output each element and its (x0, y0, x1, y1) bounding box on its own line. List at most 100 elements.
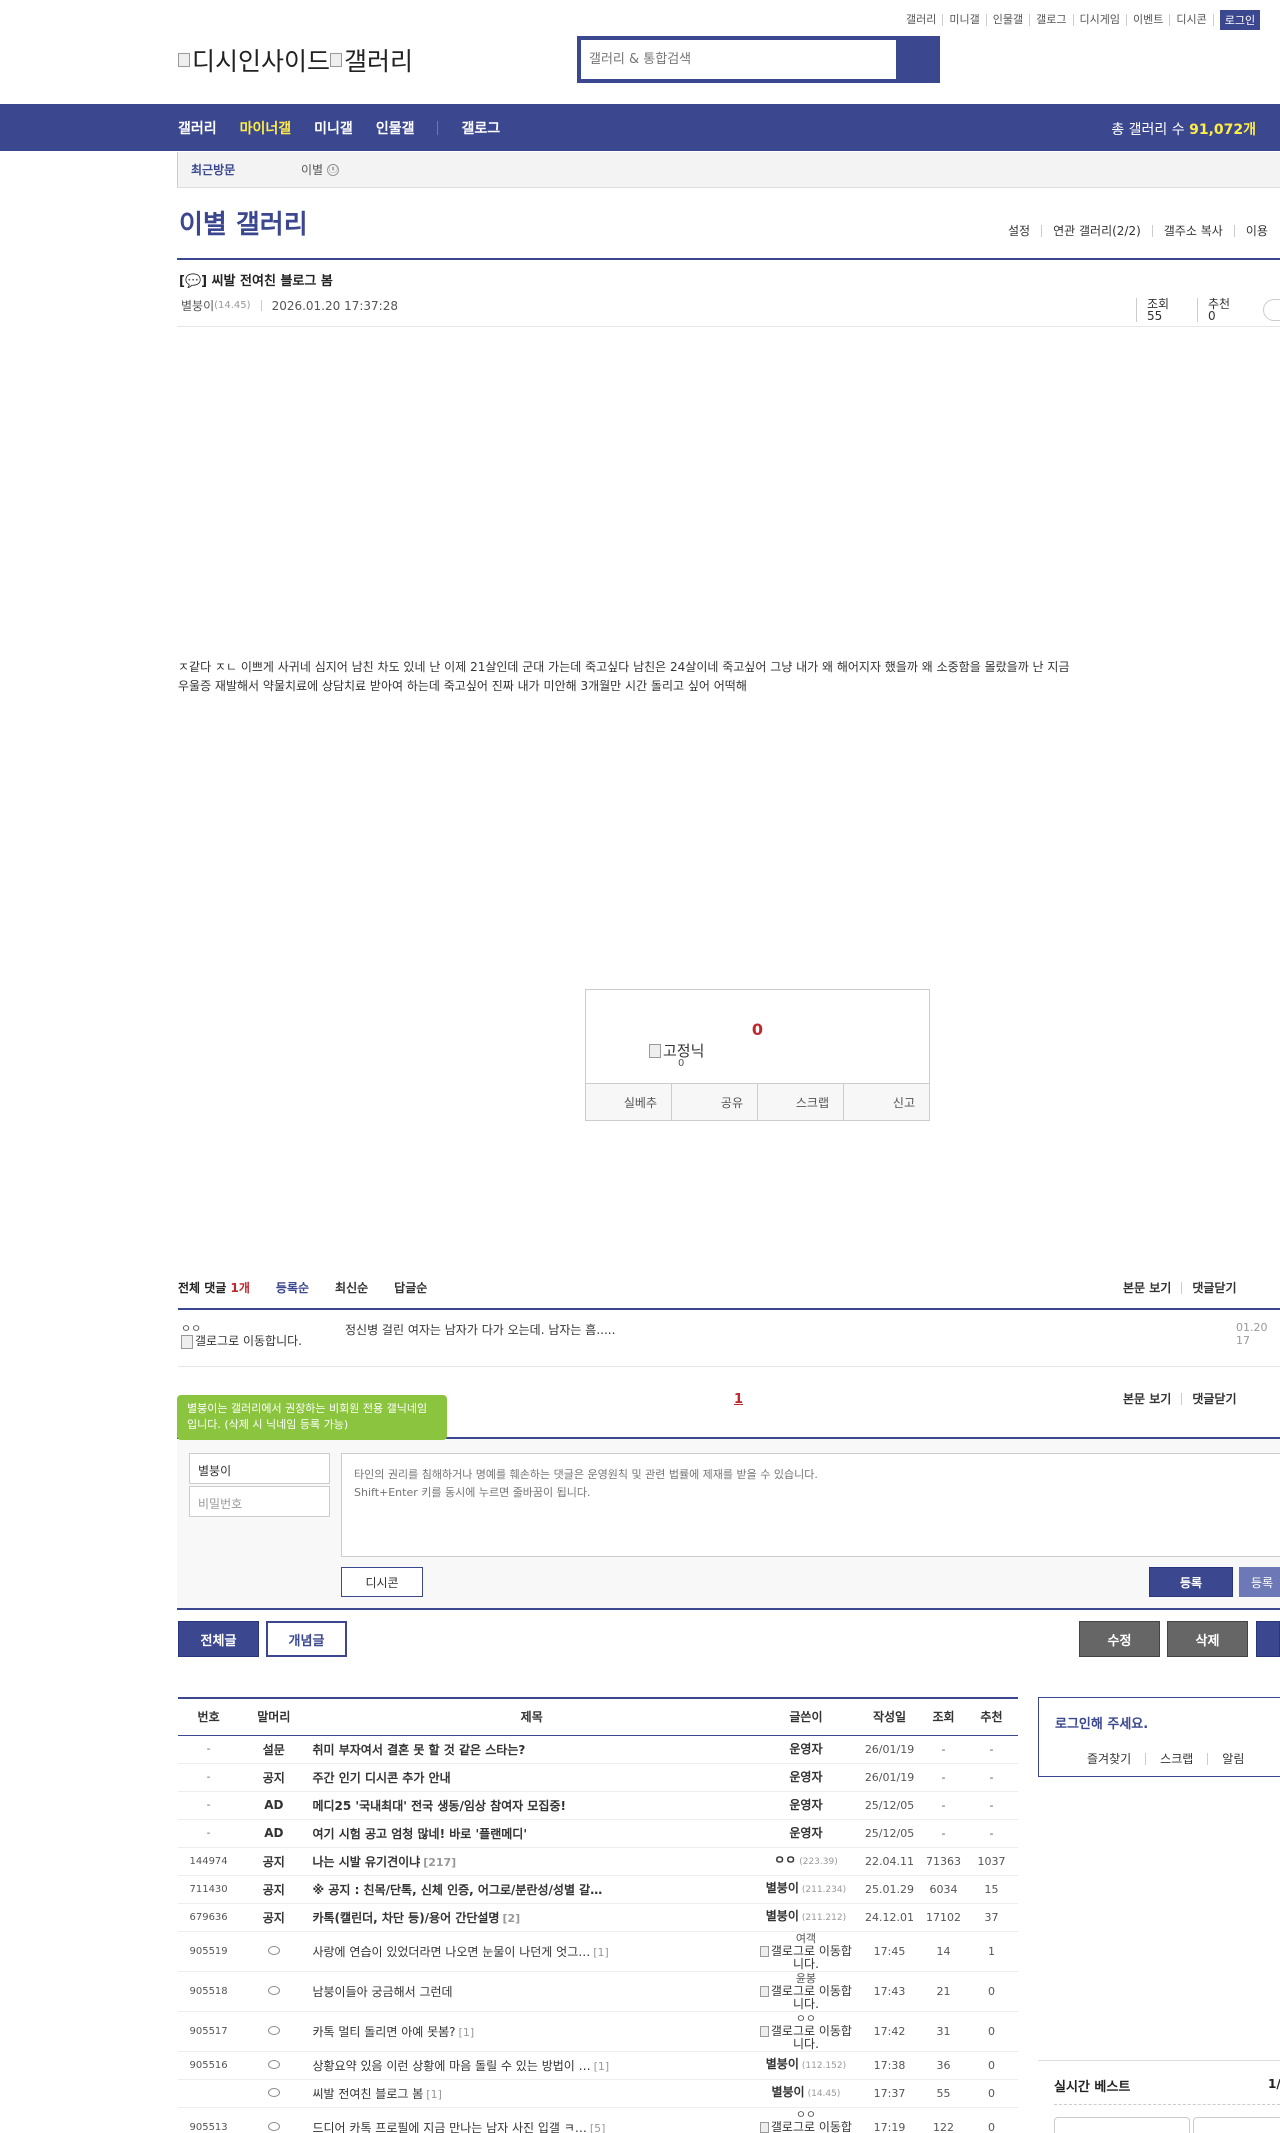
submit-comment-button[interactable]: 등록 (1149, 1567, 1233, 1597)
table-row[interactable]: - AD 여기 시험 공고 엄청 많네! 바로 '플랜메디' 운영자 25/12/05-… (178, 1819, 1018, 1848)
comment-page-1[interactable]: 1 (734, 1392, 743, 1407)
row-reply-count[interactable]: [217] (423, 1856, 456, 1869)
row-writer[interactable]: 별붕이 (14.45) (754, 2079, 857, 2108)
site-logo[interactable]: 디시인사이드 갤러리 (178, 42, 413, 78)
row-reply-count[interactable]: [1] (426, 2088, 442, 2101)
login-button[interactable]: 로그인 (1219, 10, 1261, 30)
comment-textarea[interactable] (341, 1453, 1280, 1557)
comment-action-link[interactable]: 댓글닫기 (1181, 1281, 1246, 1294)
row-title-text[interactable]: 사랑에 연습이 있었더라면 나오면 눈물이 나던게 엇그… (312, 1945, 590, 1959)
row-writer[interactable]: 별붕이 (211.212) (754, 1903, 857, 1932)
row-reply-count[interactable]: [1] (459, 2026, 475, 2039)
password-field[interactable]: 비밀번호 (189, 1486, 330, 1517)
row-title[interactable]: 취미 부자여서 결혼 못 할 것 같은 스타는? (308, 1735, 755, 1764)
row-gallog-image[interactable]: 갤로그로 이동합니다. (755, 1984, 857, 2011)
delete-button[interactable]: 삭제 (1167, 1621, 1248, 1657)
row-title-text[interactable]: 남붕이들아 궁금해서 그런데 (312, 1985, 452, 1999)
gnb-item[interactable]: 마이너갤 (240, 118, 292, 138)
close-icon[interactable]: ⓧ (327, 163, 340, 176)
table-row[interactable]: 905517 카톡 멀티 돌리면 아예 못봄? [1] ㅇㅇ 갤로그로 이동합니다. 17… (178, 2011, 1018, 2052)
gallery-tool-link[interactable]: 갤주소 복사 (1151, 225, 1234, 237)
table-row[interactable]: - 공지 주간 인기 디시콘 추가 안내 운영자 26/01/19- - (178, 1763, 1018, 1792)
comment-sort-tab[interactable]: 등록순 (276, 1279, 309, 1296)
row-writer-nick[interactable]: ㅇㅇ (774, 1853, 796, 1867)
table-row[interactable]: 씨발 전여친 블로그 봄 [1] 별붕이 (14.45) 17:37 55 0 (178, 2079, 1018, 2108)
scroll-circle-icon[interactable] (1262, 299, 1280, 321)
gallery-tool-link[interactable]: 설정 (1008, 225, 1041, 237)
row-writer-nick[interactable]: 별붕이 (766, 2057, 799, 2071)
login-side-link[interactable]: 스크랩 (1145, 1753, 1207, 1765)
gallery-tool-link[interactable]: 이용 (1233, 225, 1279, 237)
row-title[interactable]: 드디어 카톡 프로필에 지금 만나는 남자 사진 입갤 ㅋ… [5] (308, 2107, 755, 2133)
row-title[interactable]: 카톡(캘린더, 차단 등)/용어 간단설명 [2] (308, 1903, 755, 1932)
post-author[interactable]: 별붕이 (181, 297, 214, 314)
row-title-text[interactable]: 여기 시험 공고 엄청 많네! 바로 '플랜메디' (312, 1827, 527, 1841)
recommend-action-button[interactable]: 실베추 (586, 1084, 672, 1120)
gnb-item[interactable]: 인물갤 (376, 118, 415, 138)
recent-gallery-link[interactable]: 이별 (301, 161, 323, 178)
topnav-link[interactable]: 디시게임 (1074, 14, 1127, 26)
topnav-link[interactable]: 갤러리 (900, 14, 944, 26)
login-side-link[interactable]: 즐겨찾기 (1087, 1753, 1145, 1765)
table-row[interactable]: - AD 메디25 '국내최대' 전국 생동/임상 참여자 모집중! 운영자 25/12… (178, 1791, 1018, 1820)
row-writer[interactable]: 별붕이 (211.234) (754, 1875, 857, 1904)
row-title-text[interactable]: ※ 공지 : 친목/단톡, 신체 인증, 어그로/분란성/성별 갈… (312, 1883, 602, 1897)
comment-action-link[interactable]: 본문 보기 (1123, 1282, 1181, 1294)
row-writer[interactable]: ㅇㅇ갤로그로 이동합니다. (754, 2011, 857, 2052)
row-title[interactable]: 사랑에 연습이 있었더라면 나오면 눈물이 나던게 엇그… [1] (308, 1931, 755, 1972)
row-title-text[interactable]: 주간 인기 디시콘 추가 안내 (312, 1771, 450, 1785)
comment-action-link[interactable]: 댓글닫기 (1181, 1393, 1246, 1405)
recommend-action-button[interactable]: 스크랩 (758, 1084, 844, 1120)
table-row[interactable]: 144974 공지 나는 시발 유기견이냐 [217] ㅇㅇ (223.39) 22.04.… (178, 1847, 1018, 1876)
write-button[interactable] (1256, 1621, 1280, 1657)
row-gallog-image[interactable]: 갤로그로 이동합니다. (755, 1944, 857, 1971)
row-title-text[interactable]: 드디어 카톡 프로필에 지금 만나는 남자 사진 입갤 ㅋ… (312, 2121, 586, 2133)
row-writer[interactable]: 운영자 (754, 1819, 857, 1848)
login-side-link[interactable]: 알림 (1207, 1753, 1258, 1765)
gnb-item[interactable]: 미니갤 (314, 118, 353, 138)
table-row[interactable]: 679636 공지 카톡(캘린더, 차단 등)/용어 간단설명 [2] 별붕이 (211.… (178, 1903, 1018, 1932)
row-writer-nick[interactable]: 운영자 (789, 1798, 822, 1812)
row-title-text[interactable]: 카톡 멀티 돌리면 아예 못봄? (312, 2025, 455, 2039)
row-title-text[interactable]: 카톡(캘린더, 차단 등)/용어 간단설명 (312, 1911, 499, 1925)
table-row[interactable]: 905513 드디어 카톡 프로필에 지금 만나는 남자 사진 입갤 ㅋ… [5] ㅇ… (178, 2107, 1018, 2133)
gnb-item[interactable]: 갤로그 (461, 118, 500, 138)
row-gallog-image[interactable]: 갤로그로 이동합니다. (755, 2024, 857, 2051)
topnav-link[interactable]: 인물갤 (987, 14, 1031, 26)
row-reply-count[interactable]: [1] (594, 2060, 610, 2073)
row-reply-count[interactable]: [5] (590, 2122, 606, 2133)
nickname-field[interactable]: 별붕이 (189, 1453, 330, 1484)
table-row[interactable]: 905518 남붕이들아 궁금해서 그런데 윤봉 갤로그로 이동합니다. 17:43 21… (178, 1971, 1018, 2012)
row-writer-nick[interactable]: 별붕이 (771, 2085, 804, 2099)
row-title[interactable]: 씨발 전여친 블로그 봄 [1] (308, 2079, 755, 2108)
topnav-link[interactable]: 이벤트 (1127, 14, 1171, 26)
recommend-action-button[interactable]: 공유 (672, 1084, 758, 1120)
row-title-text[interactable]: 메디25 '국내최대' 전국 생동/임상 참여자 모집중! (312, 1799, 566, 1813)
row-title[interactable]: 여기 시험 공고 엄청 많네! 바로 '플랜메디' (308, 1819, 755, 1848)
submit-comment-alt-button[interactable]: 등록 (1239, 1567, 1280, 1597)
row-gallog-image[interactable]: 갤로그로 이동합니다. (755, 2120, 857, 2133)
table-row[interactable]: 711430 공지 ※ 공지 : 친목/단톡, 신체 인증, 어그로/분란성/성별 … (178, 1875, 1018, 1904)
row-writer[interactable]: 여객 갤로그로 이동합니다. (754, 1931, 857, 1972)
comment-gallog-image[interactable]: 갤로그로 이동합니다. (181, 1334, 311, 1349)
topnav-link[interactable]: 디시콘 (1170, 14, 1214, 26)
row-title[interactable]: 나는 시발 유기견이냐 [217] (308, 1847, 755, 1876)
gnb-item[interactable]: 갤러리 (178, 118, 217, 138)
row-title-text[interactable]: 나는 시발 유기견이냐 (312, 1855, 420, 1869)
gallery-title[interactable]: 이별 갤러리 (179, 204, 308, 241)
search-button[interactable] (896, 40, 936, 79)
topnav-link[interactable]: 갤로그 (1030, 14, 1074, 26)
row-writer[interactable]: ㅇㅇ갤로그로 이동합니다. (754, 2107, 857, 2133)
search-input[interactable] (581, 40, 896, 79)
row-writer-nick[interactable]: 별붕이 (766, 1881, 799, 1895)
all-posts-button[interactable]: 전체글 (178, 1621, 259, 1657)
topnav-link[interactable]: 미니갤 (943, 14, 987, 26)
row-writer-nick[interactable]: 운영자 (789, 1826, 822, 1840)
row-reply-count[interactable]: [1] (593, 1946, 609, 1959)
recommend-action-button[interactable]: 신고 (844, 1084, 929, 1120)
comment-action-link[interactable]: 본문 보기 (1123, 1393, 1181, 1405)
row-title[interactable]: 메디25 '국내최대' 전국 생동/임상 참여자 모집중! (308, 1791, 755, 1820)
row-writer[interactable]: 운영자 (754, 1763, 857, 1792)
row-writer-nick[interactable]: 운영자 (789, 1770, 822, 1784)
gallery-tool-link[interactable]: 연관 갤러리(2/2) (1041, 225, 1152, 237)
